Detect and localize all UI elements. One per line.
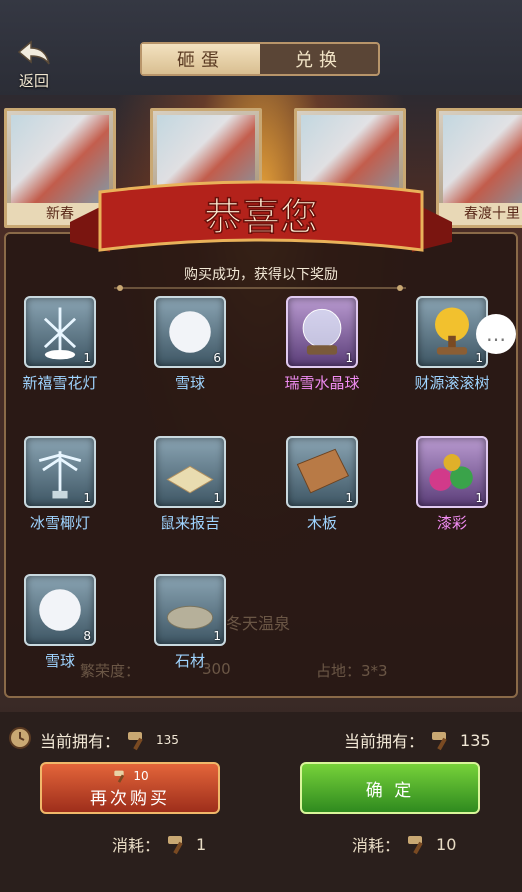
left-owned-value: 135 [156, 733, 179, 747]
right-cost-label: 消耗： [352, 836, 401, 855]
buy-cost-badge: 10 [111, 768, 149, 784]
reward-item[interactable]: 1 鼠来报吉 [130, 436, 250, 533]
reward-count: 1 [345, 351, 353, 365]
right-owned-value: 135 [460, 730, 491, 750]
buy-again-label: 再次购买 [90, 788, 170, 809]
reward-slot: 1 [416, 436, 488, 508]
hammer-icon [168, 836, 183, 855]
reward-count: 1 [475, 351, 483, 365]
hammer-icon [432, 732, 447, 751]
tab-smash-egg[interactable]: 砸蛋 [142, 44, 260, 74]
reward-name: 冰雪椰灯 [29, 514, 90, 532]
left-cost: 消耗： 1 [112, 832, 206, 856]
reward-count: 8 [83, 629, 91, 643]
reward-item[interactable]: 1 瑞雪水晶球 [262, 296, 382, 393]
reward-count: 1 [213, 629, 221, 643]
reward-slot: 1 [286, 436, 358, 508]
left-cost-value: 1 [196, 834, 207, 854]
hammer-icon [114, 770, 125, 783]
confirm-button[interactable]: 确 定 [300, 762, 480, 814]
reward-count: 1 [213, 491, 221, 505]
reward-item[interactable]: 6 雪球 [130, 296, 250, 393]
right-cost: 消耗： 10 [352, 832, 456, 856]
reward-name: 漆彩 [436, 514, 467, 532]
buy-again-button[interactable]: 10 再次购买 [40, 762, 220, 814]
right-owned-label: 当前拥有： [344, 732, 425, 751]
right-owned: 当前拥有： 135 [344, 728, 491, 752]
reward-slot: 6 [154, 296, 226, 368]
reward-count: 1 [83, 491, 91, 505]
confirm-label: 确 定 [365, 780, 415, 801]
reward-count: 1 [345, 491, 353, 505]
reward-name: 木板 [306, 514, 337, 532]
reward-slot: 1 [24, 436, 96, 508]
right-cost-value: 10 [436, 834, 457, 854]
reward-name: 新禧雪花灯 [22, 374, 98, 392]
reward-item[interactable]: 1 漆彩 [392, 436, 512, 533]
reward-item[interactable]: 8 雪球 [0, 574, 120, 671]
reward-count: 1 [475, 491, 483, 505]
reward-slot: 1 [154, 436, 226, 508]
reward-name: 财源滚滚树 [414, 374, 490, 392]
reward-count: 6 [213, 351, 221, 365]
reward-name: 鼠来报吉 [159, 514, 220, 532]
tab-exchange[interactable]: 兑换 [260, 44, 378, 74]
left-owned-label: 当前拥有： [40, 732, 121, 751]
reward-name: 雪球 [174, 374, 205, 392]
reward-slot: 1 [154, 574, 226, 646]
reward-slot: 1 [24, 296, 96, 368]
reward-slot: 8 [24, 574, 96, 646]
left-owned: 当前拥有： 135 [40, 728, 179, 752]
ornament-divider [114, 285, 406, 291]
purchase-success-text: 购买成功，获得以下奖励 [184, 267, 338, 283]
reward-item[interactable]: 1 新禧雪花灯 [0, 296, 120, 393]
clock-icon [9, 727, 31, 749]
reward-item[interactable]: 1 石材 [130, 574, 250, 671]
back-button[interactable]: 返回 [12, 40, 56, 90]
hammer-icon [408, 836, 423, 855]
back-label: 返回 [18, 72, 49, 90]
reward-name: 雪球 [44, 652, 75, 670]
congrats-title: 恭喜您 [204, 195, 318, 239]
hammer-icon [128, 732, 143, 751]
reward-item[interactable]: 1 冰雪椰灯 [0, 436, 120, 533]
reward-count: 1 [83, 351, 91, 365]
reward-name: 石材 [174, 652, 205, 670]
reward-item[interactable]: 1 木板 [262, 436, 382, 533]
buy-cost-value: 10 [133, 768, 149, 783]
tab-bar: 砸蛋 兑换 [140, 42, 380, 76]
back-arrow-icon [17, 40, 50, 65]
bg-area-label: 占地：3*3 [316, 662, 388, 680]
chat-bubble-icon[interactable]: … [476, 314, 516, 354]
left-cost-label: 消耗： [112, 836, 161, 855]
reward-name: 瑞雪水晶球 [284, 374, 360, 392]
reward-slot: 1 [286, 296, 358, 368]
congrats-ribbon: 恭喜您 [70, 180, 452, 252]
